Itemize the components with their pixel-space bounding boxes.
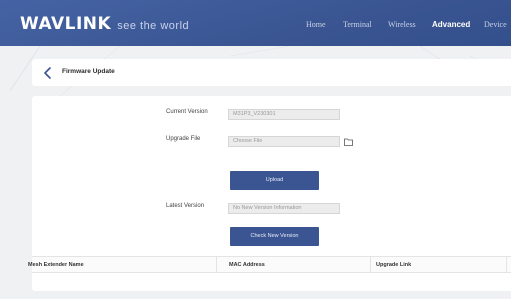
current-version-label: Current Version — [166, 109, 208, 115]
brand-logo[interactable]: WAVLINK see the world — [20, 14, 190, 34]
folder-icon[interactable] — [344, 138, 353, 146]
column-mac-address: MAC Address — [229, 262, 265, 268]
chevron-left-icon[interactable] — [43, 67, 53, 79]
firmware-update-panel: Current Version M31P3_V230301 Upgrade Fi… — [28, 96, 511, 291]
upload-button[interactable]: Upload — [230, 171, 319, 190]
nav-item-terminal[interactable]: Terminal — [343, 20, 372, 29]
mesh-extender-table-header: Mesh Extender Name MAC Address Upgrade L… — [28, 256, 511, 273]
column-mesh-extender-name: Mesh Extender Name — [28, 262, 84, 268]
nav-item-home[interactable]: Home — [306, 20, 326, 29]
nav-item-advanced[interactable]: Advanced — [432, 20, 470, 29]
upgrade-file-input[interactable]: Choose File — [228, 136, 340, 147]
current-version-field: M31P3_V230301 — [228, 109, 340, 120]
latest-version-field: No New Version Information — [228, 203, 340, 214]
nav-item-wireless[interactable]: Wireless — [388, 20, 416, 29]
page-header-card: Firmware Update — [32, 59, 511, 86]
brand-tagline: see the world — [117, 20, 190, 32]
column-divider — [216, 257, 217, 272]
latest-version-label: Latest Version — [166, 203, 205, 209]
column-upgrade-link: Upgrade Link — [376, 262, 412, 268]
column-divider — [506, 257, 507, 272]
column-divider — [370, 257, 371, 272]
check-new-version-button[interactable]: Check New Version — [230, 227, 319, 246]
upgrade-file-label: Upgrade File — [166, 136, 201, 142]
nav-item-device[interactable]: Device — [484, 20, 507, 29]
page-title: Firmware Update — [62, 68, 115, 75]
top-navigation-bar: WAVLINK see the world Home Terminal Wire… — [0, 0, 511, 46]
brand-name: WAVLINK — [20, 14, 112, 34]
